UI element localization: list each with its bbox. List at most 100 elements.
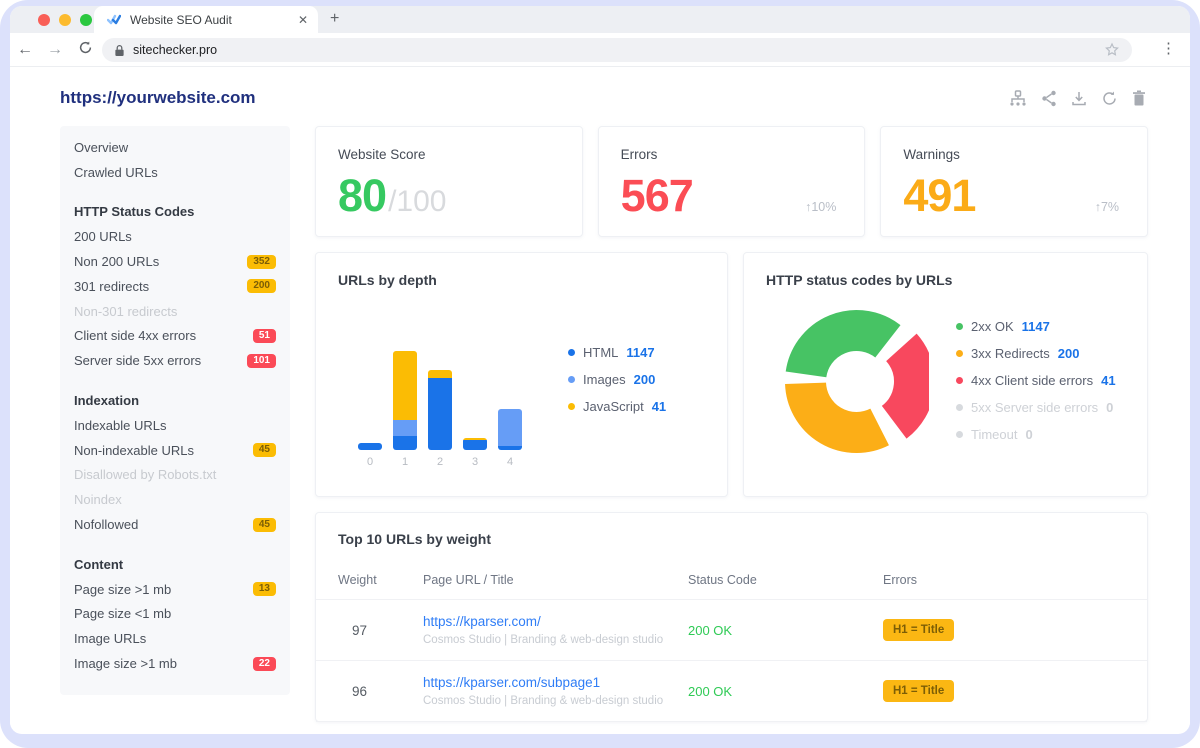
legend-item-4xx-client-side-errors[interactable]: 4xx Client side errors 41 [956, 373, 1116, 388]
legend-item-5xx-server-side-errors: 5xx Server side errors0 [956, 400, 1116, 415]
sidebar-item-301-redirects[interactable]: 301 redirects200 [74, 274, 276, 299]
sidebar-section-title-http-status-codes: HTTP Status Codes [74, 200, 276, 225]
bar-segment-html[interactable] [463, 440, 487, 450]
sidebar-item-label: Disallowed by Robots.txt [74, 467, 216, 482]
section-title-label: Indexation [74, 393, 139, 408]
cell-status-code: 200 OK [688, 623, 883, 638]
back-icon[interactable]: ← [10, 41, 40, 59]
column-header-page-url: Page URL / Title [423, 573, 688, 587]
bar-4[interactable]: 4 [498, 409, 522, 468]
forward-icon[interactable]: → [40, 41, 70, 59]
bookmark-star-icon[interactable] [1104, 42, 1120, 58]
lock-icon[interactable] [114, 44, 125, 57]
new-tab-button[interactable]: + [330, 9, 339, 29]
bar-segment-html[interactable] [498, 446, 522, 450]
legend-label: 4xx Client side errors [971, 373, 1093, 388]
legend-value: 41 [1101, 373, 1115, 388]
maximize-window-button[interactable] [80, 14, 92, 26]
close-window-button[interactable] [38, 14, 50, 26]
sidebar-item-page-size-1-mb[interactable]: Page size <1 mb [74, 602, 276, 627]
browser-toolbar: ← → sitechecker.pro ⋮ [10, 33, 1190, 67]
sidebar-item-label: Indexable URLs [74, 418, 167, 433]
sidebar-item-image-size-1-mb[interactable]: Image size >1 mb22 [74, 651, 276, 676]
sidebar-item-noindex: Noindex [74, 487, 276, 512]
sidebar-item-crawled-urls[interactable]: Crawled URLs [74, 160, 276, 185]
donut-svg [784, 309, 929, 454]
bar-segment-images[interactable] [393, 420, 417, 436]
bar-1[interactable]: 1 [393, 351, 417, 468]
table-row: 97https://kparser.com/Cosmos Studio | Br… [316, 600, 1147, 661]
minimize-window-button[interactable] [59, 14, 71, 26]
sidebar-item-label: Client side 4xx errors [74, 328, 196, 343]
legend-item-2xx-ok[interactable]: 2xx OK1147 [956, 319, 1116, 334]
sidebar-section-title-content: Content [74, 552, 276, 577]
sidebar-item-label: Non 200 URLs [74, 254, 159, 269]
bar-segment-html[interactable] [428, 378, 452, 450]
cell-status-code: 200 OK [688, 684, 883, 699]
refresh-icon[interactable] [1101, 90, 1118, 107]
page-url-link[interactable]: https://kparser.com/ [423, 614, 688, 629]
sidebar-item-nofollowed[interactable]: Nofollowed45 [74, 512, 276, 537]
website-score-suffix: /100 [388, 185, 446, 219]
count-badge: 200 [247, 279, 276, 293]
bar-3[interactable]: 3 [463, 438, 487, 468]
sidebar-item-non-200-urls[interactable]: Non 200 URLs352 [74, 249, 276, 274]
error-chip: H1 = Title [883, 680, 954, 702]
legend-item-3xx-redirects[interactable]: 3xx Redirects200 [956, 346, 1116, 361]
website-score-card: Website Score 80 /100 [315, 126, 583, 237]
legend-item-images[interactable]: Images200 [568, 372, 666, 387]
bar-segment-javascript[interactable] [393, 351, 417, 420]
warnings-value: 491 [903, 170, 975, 222]
warnings-card: Warnings 491 ↑7% [880, 126, 1148, 237]
sidebar-item-label: Image size >1 mb [74, 656, 177, 671]
legend-value: 1147 [1022, 319, 1050, 334]
legend-item-html[interactable]: HTML1147 [568, 345, 666, 360]
page-url-link[interactable]: https://kparser.com/subpage1 [423, 675, 688, 690]
sidebar-item-page-size-1-mb[interactable]: Page size >1 mb13 [74, 577, 276, 602]
status-codes-donut-chart [784, 309, 929, 459]
column-header-weight: Weight [338, 573, 423, 587]
bar-stack [358, 443, 382, 450]
bar-segment-javascript[interactable] [428, 370, 452, 378]
url-bar[interactable]: sitechecker.pro [102, 38, 1132, 62]
sidebar-item-server-side-5xx-errors[interactable]: Server side 5xx errors101 [74, 348, 276, 373]
donut-slice-3xx-redirects[interactable] [806, 383, 880, 432]
legend-value: 0 [1106, 400, 1113, 415]
sidebar-item-overview[interactable]: Overview [74, 135, 276, 160]
sidebar-item-200-urls[interactable]: 200 URLs [74, 224, 276, 249]
website-score-value: 80 [338, 170, 386, 222]
share-icon[interactable] [1041, 90, 1057, 107]
bar-segment-images[interactable] [498, 409, 522, 446]
bar-stack [428, 370, 452, 450]
browser-tab[interactable]: Website SEO Audit ✕ [94, 6, 318, 33]
sidebar-item-non-indexable-urls[interactable]: Non-indexable URLs45 [74, 438, 276, 463]
sitemap-icon[interactable] [1009, 90, 1027, 107]
cell-page-url: https://kparser.com/subpage1Cosmos Studi… [423, 675, 688, 707]
trash-icon[interactable] [1132, 90, 1146, 107]
sidebar-item-label: Page size <1 mb [74, 606, 171, 621]
x-axis-tick: 0 [367, 456, 373, 468]
bar-segment-html[interactable] [393, 436, 417, 450]
sidebar-item-label: Noindex [74, 492, 122, 507]
sidebar-item-label: Non-indexable URLs [74, 443, 194, 458]
bar-2[interactable]: 2 [428, 370, 452, 468]
sidebar-item-label: Image URLs [74, 631, 146, 646]
cell-errors: H1 = Title [883, 619, 1125, 641]
donut-slice-2xx-ok[interactable] [806, 331, 888, 375]
bar-0[interactable]: 0 [358, 443, 382, 468]
sidebar-item-disallowed-by-robots-txt: Disallowed by Robots.txt [74, 463, 276, 488]
sidebar-item-image-urls[interactable]: Image URLs [74, 626, 276, 651]
donut-slice-4xx-client-side-errors[interactable] [894, 347, 914, 422]
browser-menu-icon[interactable]: ⋮ [1161, 39, 1176, 57]
sidebar-item-indexable-urls[interactable]: Indexable URLs [74, 413, 276, 438]
tab-close-icon[interactable]: ✕ [298, 13, 308, 27]
reload-icon[interactable] [70, 40, 100, 60]
sidebar-item-client-side-4xx-errors[interactable]: Client side 4xx errors51 [74, 324, 276, 349]
bar-segment-html[interactable] [358, 443, 382, 450]
legend-value: 41 [652, 399, 666, 414]
chart-title: HTTP status codes by URLs [766, 272, 1125, 288]
section-title-label: Content [74, 557, 123, 572]
legend-item-javascript[interactable]: JavaScript41 [568, 399, 666, 414]
table-body: 97https://kparser.com/Cosmos Studio | Br… [316, 600, 1147, 722]
download-icon[interactable] [1071, 90, 1087, 107]
